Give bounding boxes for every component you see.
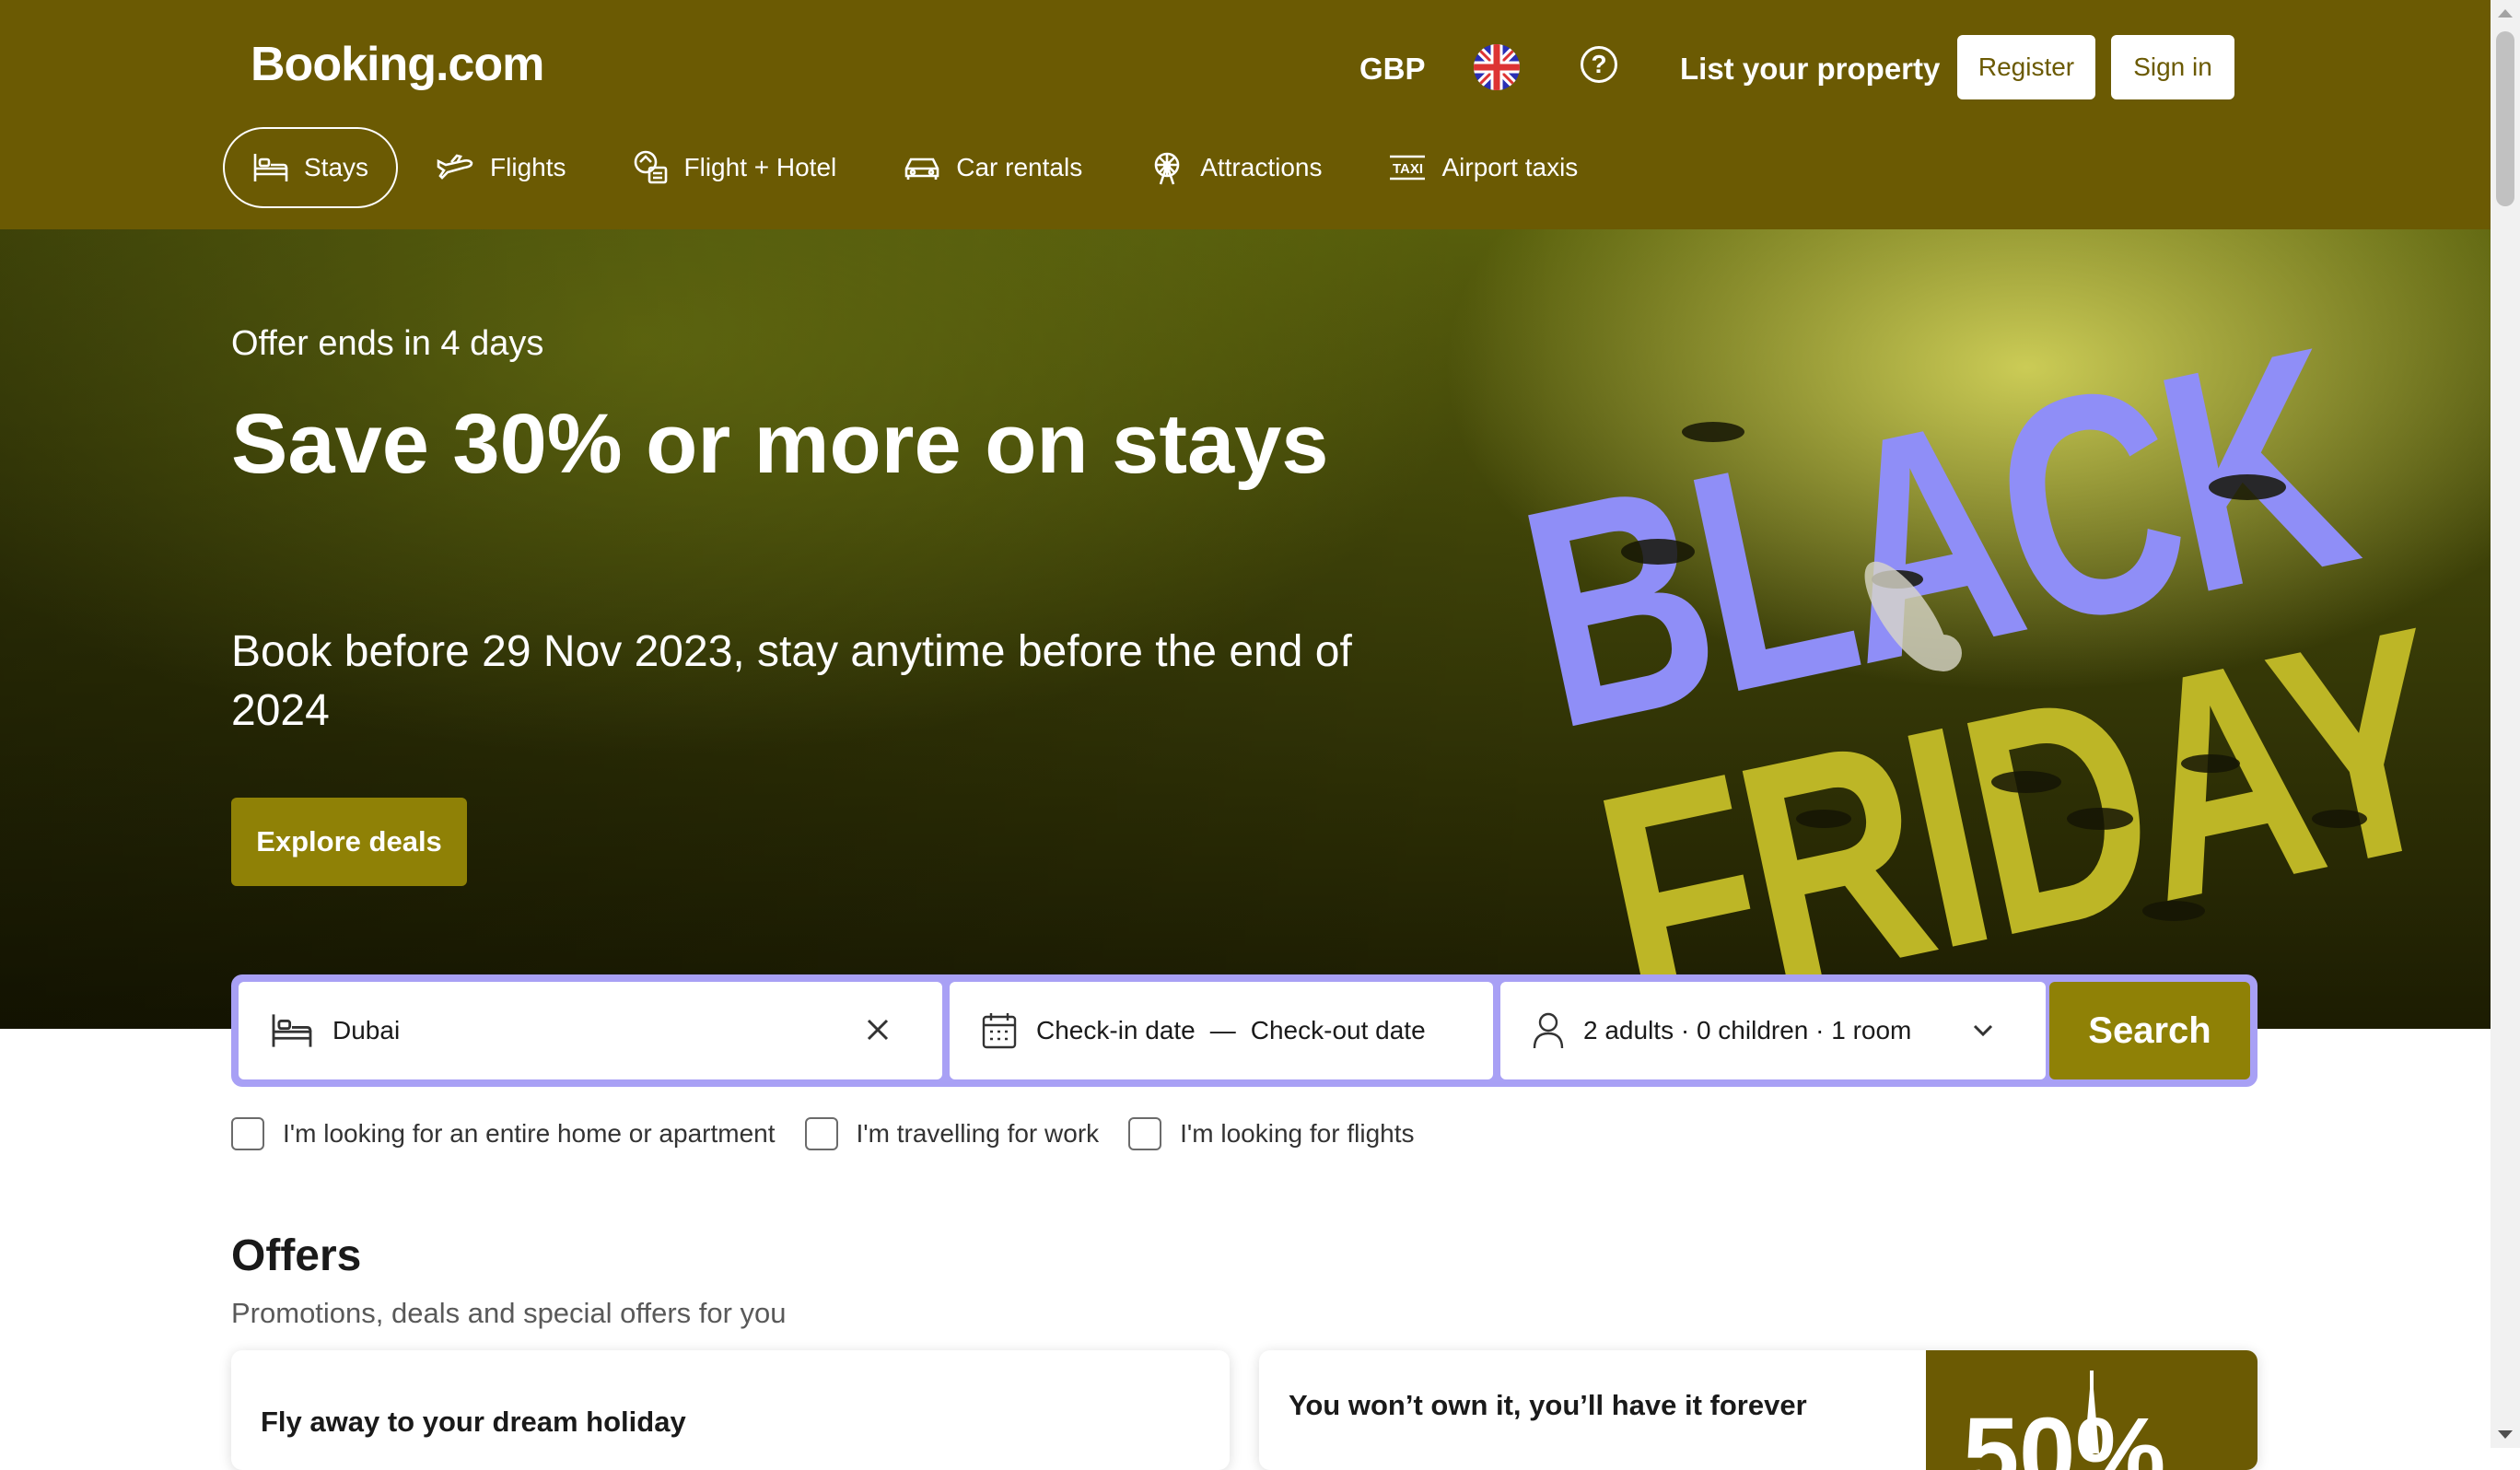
register-button[interactable]: Register [1957,35,2095,99]
occupancy-value: 2 adults · 0 children · 1 room [1583,1016,1912,1044]
booking-logo[interactable]: Booking.com [251,37,544,92]
nav-car-rentals[interactable]: Car rentals [875,127,1110,208]
nav-label: Flights [490,153,566,181]
taxi-icon: TAXI [1390,155,1426,181]
search-filters: I'm looking for an entire home or apartm… [231,1117,1444,1150]
offer-card-title: You won’t own it, you’ll have it forever [1289,1389,1807,1421]
flight-hotel-icon [634,150,667,184]
offer-card-title: Fly away to your dream holiday [261,1406,686,1438]
explore-deals-button[interactable]: Explore deals [231,798,467,886]
nav-airport-taxis[interactable]: TAXI Airport taxis [1360,127,1605,208]
person-icon [1533,1012,1564,1049]
offer-image-text: 50% [1963,1397,2166,1470]
search-bar: Dubai Check-in date — Check-out date 2 a… [231,974,2258,1087]
bed-icon [272,1014,312,1047]
checkbox-label: I'm looking for flights [1180,1119,1415,1148]
uk-flag-icon[interactable] [1474,44,1520,90]
check-in-label: Check-in date [1036,1016,1196,1044]
currency-selector[interactable]: GBP [1359,52,1426,87]
scroll-down-arrow-icon[interactable] [2498,1430,2513,1439]
offers-subheading: Promotions, deals and special offers for… [231,1297,787,1329]
check-out-label: Check-out date [1250,1016,1426,1044]
nav-flights[interactable]: Flights [409,127,593,208]
sign-in-button[interactable]: Sign in [2111,35,2234,99]
offers-heading: Offers [231,1231,362,1280]
plane-icon [437,154,473,180]
search-button[interactable]: Search [2049,982,2250,1079]
offer-countdown: Offer ends in 4 days [231,324,544,363]
checkbox-label: I'm travelling for work [856,1119,1100,1148]
close-icon[interactable] [863,1015,892,1044]
checkbox-label: I'm looking for an entire home or apartm… [283,1119,776,1148]
checkbox[interactable] [804,1117,838,1150]
destination-value: Dubai [332,1016,401,1044]
tower-icon [2084,1371,2099,1453]
date-field[interactable]: Check-in date — Check-out date [950,982,1493,1079]
ferris-wheel-icon [1154,152,1180,185]
scroll-up-arrow-icon[interactable] [2498,9,2513,18]
checkbox[interactable] [231,1117,264,1150]
filter-entire-home[interactable]: I'm looking for an entire home or apartm… [231,1117,776,1150]
scrollbar-thumb[interactable] [2496,31,2514,206]
chevron-down-icon [1973,1024,1993,1037]
bed-icon [253,154,288,181]
filter-travelling-for-work[interactable]: I'm travelling for work [804,1117,1100,1150]
nav-stays[interactable]: Stays [223,127,399,208]
offer-card[interactable]: Fly away to your dream holiday [231,1350,1230,1470]
occupancy-field[interactable]: 2 adults · 0 children · 1 room [1500,982,2046,1079]
nav-label: Car rentals [956,153,1083,181]
offer-card[interactable]: You won’t own it, you’ll have it forever… [1259,1350,2258,1470]
nav-attractions[interactable]: Attractions [1121,127,1349,208]
question-circle-icon[interactable]: ? [1581,46,1617,83]
page-scrollbar[interactable] [2491,0,2520,1448]
nav-label: Stays [304,153,369,181]
checkbox[interactable] [1128,1117,1162,1150]
date-separator: — [1209,1016,1236,1044]
hero-subtitle: Book before 29 Nov 2023, stay anytime be… [231,627,1352,735]
nav-label: Flight + Hotel [683,153,837,181]
filter-looking-for-flights[interactable]: I'm looking for flights [1128,1117,1415,1150]
offer-card-image: 50% [1926,1350,2258,1470]
svg-text:TAXI: TAXI [1393,161,1423,177]
product-nav: Stays Flights Flight + Hotel Car rentals… [223,127,1616,208]
black-friday-artwork: BLACK FRIDAY [1511,281,2476,975]
nav-flight-hotel[interactable]: Flight + Hotel [605,127,865,208]
hero-title: Save 30% or more on stays [231,397,1329,491]
nav-label: Airport taxis [1441,153,1579,181]
destination-field[interactable]: Dubai [239,982,942,1079]
site-header: Booking.com GBP ? List your property Reg… [0,0,2491,229]
nav-label: Attractions [1200,153,1323,181]
calendar-icon [982,1013,1017,1049]
list-your-property-link[interactable]: List your property [1680,52,1940,87]
car-icon [904,158,939,180]
